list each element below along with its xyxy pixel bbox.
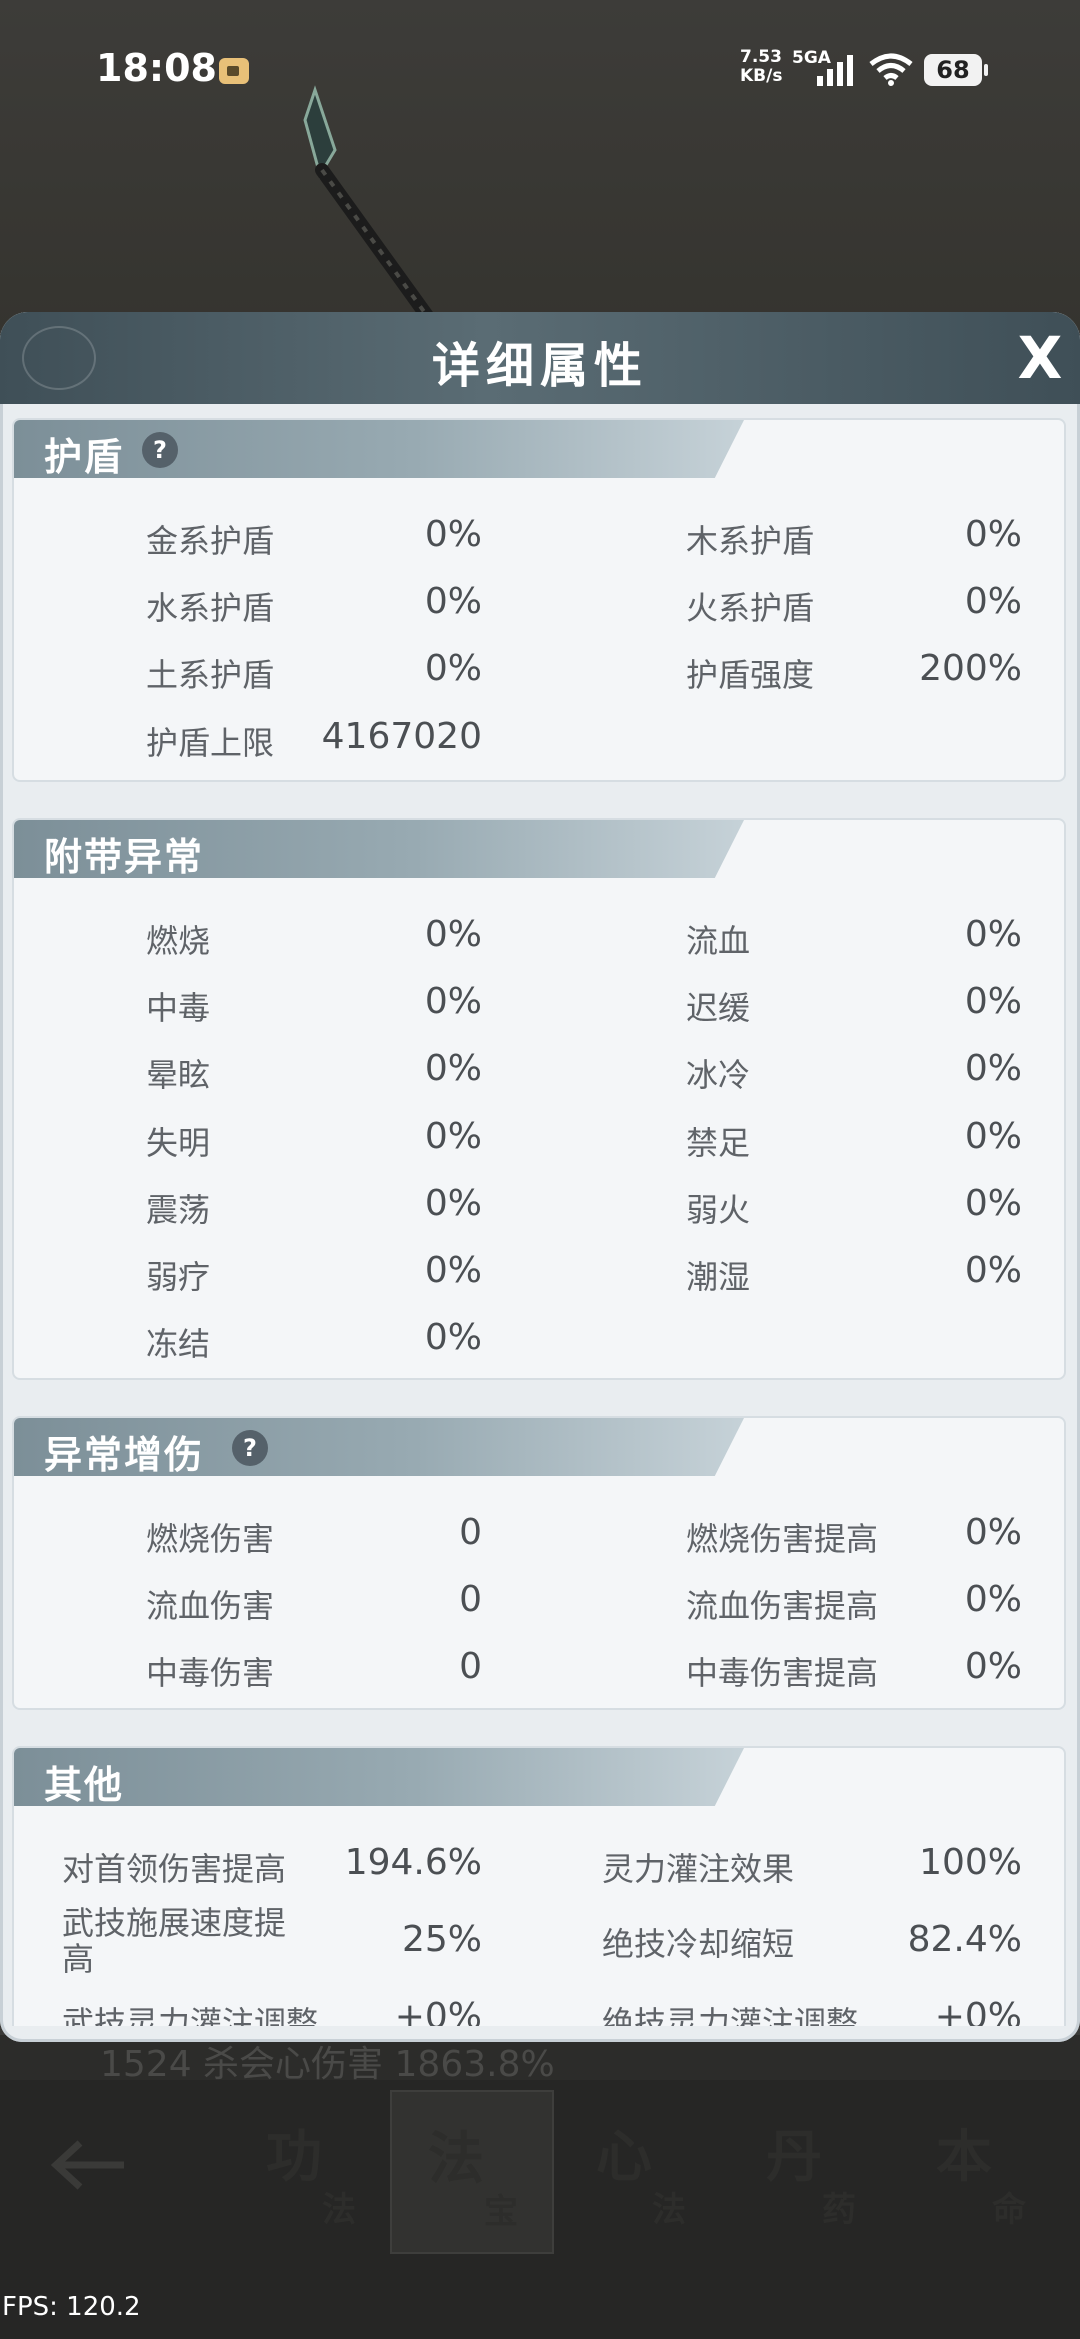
help-icon[interactable]: ? <box>142 432 178 468</box>
back-arrow-icon[interactable] <box>50 2135 130 2195</box>
status-time: 18:08 <box>96 46 217 90</box>
help-icon[interactable]: ? <box>232 1430 268 1466</box>
fps-counter: FPS: 120.2 <box>2 2292 141 2322</box>
section-shield: 护盾 ? 金系护盾 0% 木系护盾 0% 水系护盾 0% 火系护盾 0% 土系护… <box>12 418 1066 782</box>
dialog-header: 详细属性 X <box>0 312 1080 404</box>
stat-row: 弱疗 0% 潮湿 0% <box>146 1250 1022 1296</box>
section-other: 其他 对首领伤害提高 194.6% 灵力灌注效果 100% 武技施展速度提高 2… <box>12 1746 1066 2026</box>
stat-row: 中毒伤害 0 中毒伤害提高 0% <box>146 1646 1022 1692</box>
stat-row: 流血伤害 0 流血伤害提高 0% <box>146 1579 1022 1625</box>
section-ailment-damage: 异常增伤 ? 燃烧伤害 0 燃烧伤害提高 0% 流血伤害 0 流血伤害提高 0%… <box>12 1416 1066 1710</box>
background-stat-strip: 1524 杀会心伤害 1863.8% <box>0 2035 1080 2085</box>
stat-row: 武技施展速度提高 25% 绝技冷却缩短 82.4% <box>62 1904 1022 1978</box>
dialog-title: 详细属性 <box>431 338 648 394</box>
stat-row: 震荡 0% 弱火 0% <box>146 1183 1022 1229</box>
stat-row: 护盾上限 4167020 <box>146 716 482 762</box>
network-speed: 7.53 KB/s <box>740 47 783 86</box>
section-title: 异常增伤 <box>44 1433 205 1477</box>
stat-row: 对首领伤害提高 194.6% 灵力灌注效果 100% <box>62 1842 1022 1888</box>
stat-row: 土系护盾 0% 护盾强度 200% <box>146 648 1022 694</box>
stat-row: 中毒 0% 迟缓 0% <box>146 981 1022 1027</box>
stat-row: 金系护盾 0% 木系护盾 0% <box>146 514 1022 560</box>
nav-tab-fabao[interactable]: 法 宝 <box>390 2090 554 2254</box>
stat-row: 晕眩 0% 冰冷 0% <box>146 1048 1022 1094</box>
close-button[interactable]: X <box>1010 328 1070 388</box>
nav-tab-xinfa[interactable]: 心 法 <box>560 2090 720 2250</box>
screen-record-icon <box>219 58 249 84</box>
signal-icon <box>817 55 853 86</box>
section-ailments: 附带异常 燃烧 0% 流血 0% 中毒 0% 迟缓 0% 晕眩 0% 冰冷 0%… <box>12 818 1066 1380</box>
detail-attributes-dialog: 详细属性 X 护盾 ? 金系护盾 0% 木系护盾 0% 水系护盾 0% 火系护盾… <box>0 312 1080 2042</box>
section-title: 其他 <box>44 1763 125 1807</box>
stat-row: 武技灵力灌注调整 +0% 绝技灵力灌注调整 +0% <box>62 1996 1022 2026</box>
status-bar: 18:08 7.53 KB/s 5GA 68 <box>0 0 1080 140</box>
nav-tab-gongfa[interactable]: 功 法 <box>230 2090 390 2250</box>
section-title: 护盾 <box>44 435 125 479</box>
nav-tab-danyao[interactable]: 丹 药 <box>730 2090 890 2250</box>
stat-row: 失明 0% 禁足 0% <box>146 1116 1022 1162</box>
stat-row: 冻结 0% <box>146 1317 482 1363</box>
attributes-scroll-area[interactable]: 护盾 ? 金系护盾 0% 木系护盾 0% 水系护盾 0% 火系护盾 0% 土系护… <box>0 408 1080 2026</box>
section-title: 附带异常 <box>44 835 205 879</box>
stat-row: 燃烧 0% 流血 0% <box>146 914 1022 960</box>
wifi-icon <box>869 53 913 86</box>
stat-row: 水系护盾 0% 火系护盾 0% <box>146 581 1022 627</box>
battery-icon: 68 <box>924 54 988 86</box>
nav-tab-benming[interactable]: 本 命 <box>900 2090 1060 2250</box>
stat-row: 燃烧伤害 0 燃烧伤害提高 0% <box>146 1512 1022 1558</box>
